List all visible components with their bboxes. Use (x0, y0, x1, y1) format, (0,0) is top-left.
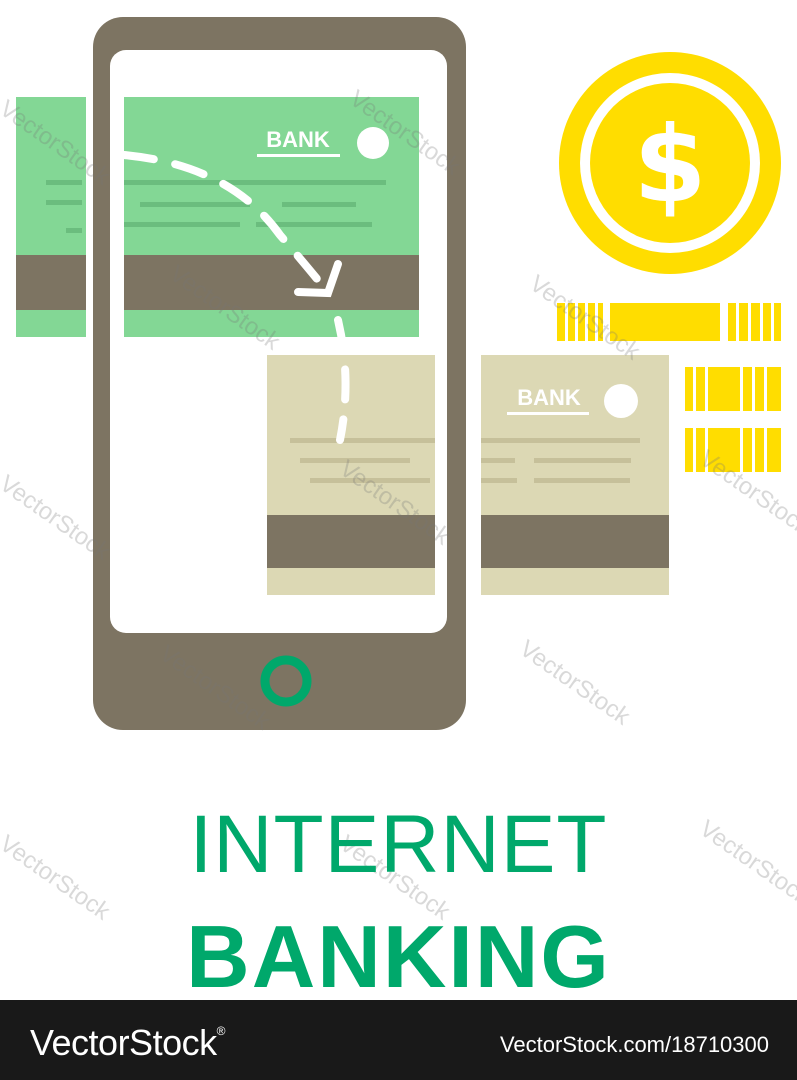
title-line-internet: INTERNET (189, 799, 608, 890)
green-card-bank-label: BANK (266, 127, 330, 152)
footer-bar: VectorStock® VectorStock.com/18710300 (0, 1000, 797, 1080)
beige-card-bank-label: BANK (517, 385, 581, 410)
footer-brand: VectorStock® (30, 1022, 225, 1064)
svg-text:$: $ (633, 104, 706, 226)
green-card: BANK (124, 97, 419, 337)
footer-image-id: VectorStock.com/18710300 (499, 1032, 769, 1057)
title-line-banking: BANKING (186, 907, 611, 1006)
footer-brand-text: VectorStock (30, 1022, 217, 1063)
dollar-coin-icon: $ (559, 52, 781, 274)
registered-mark: ® (216, 1024, 226, 1038)
beige-card-back: BANK (481, 355, 669, 595)
